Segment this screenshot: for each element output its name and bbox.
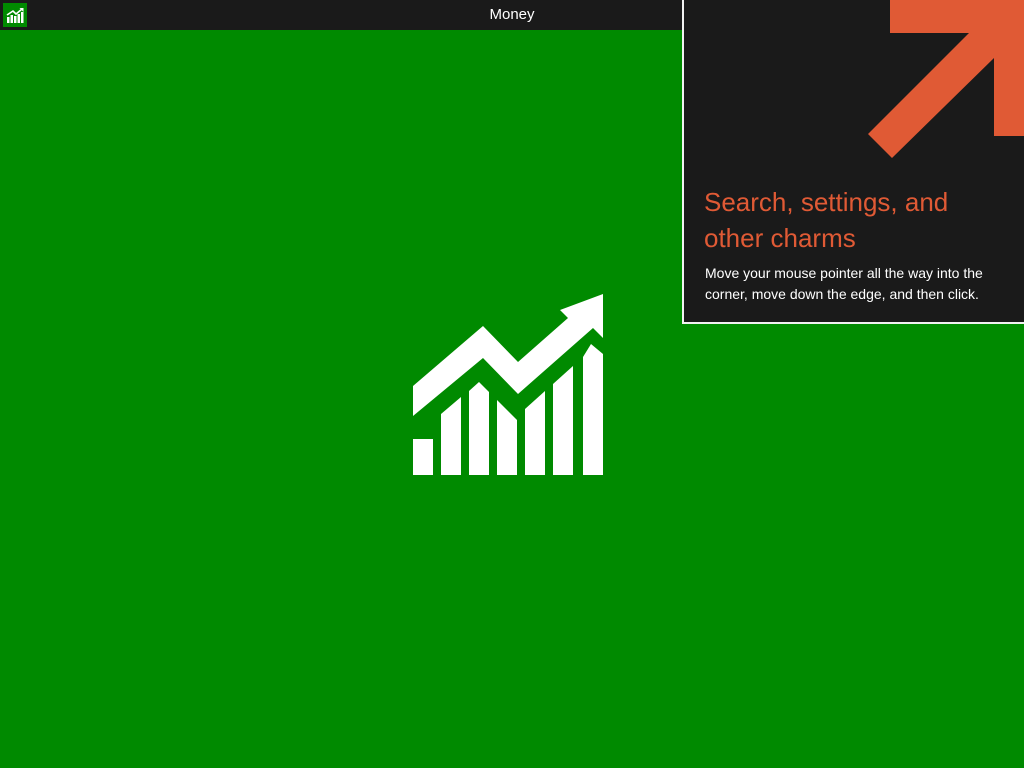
diagonal-up-right-arrow-icon [868,0,1024,158]
rising-chart-arrow-icon [413,294,603,475]
charms-tip-panel: Search, settings, and other charms Move … [682,0,1024,324]
tip-body: Move your mouse pointer all the way into… [705,265,983,302]
tip-heading: Search, settings, and other charms [704,187,949,253]
